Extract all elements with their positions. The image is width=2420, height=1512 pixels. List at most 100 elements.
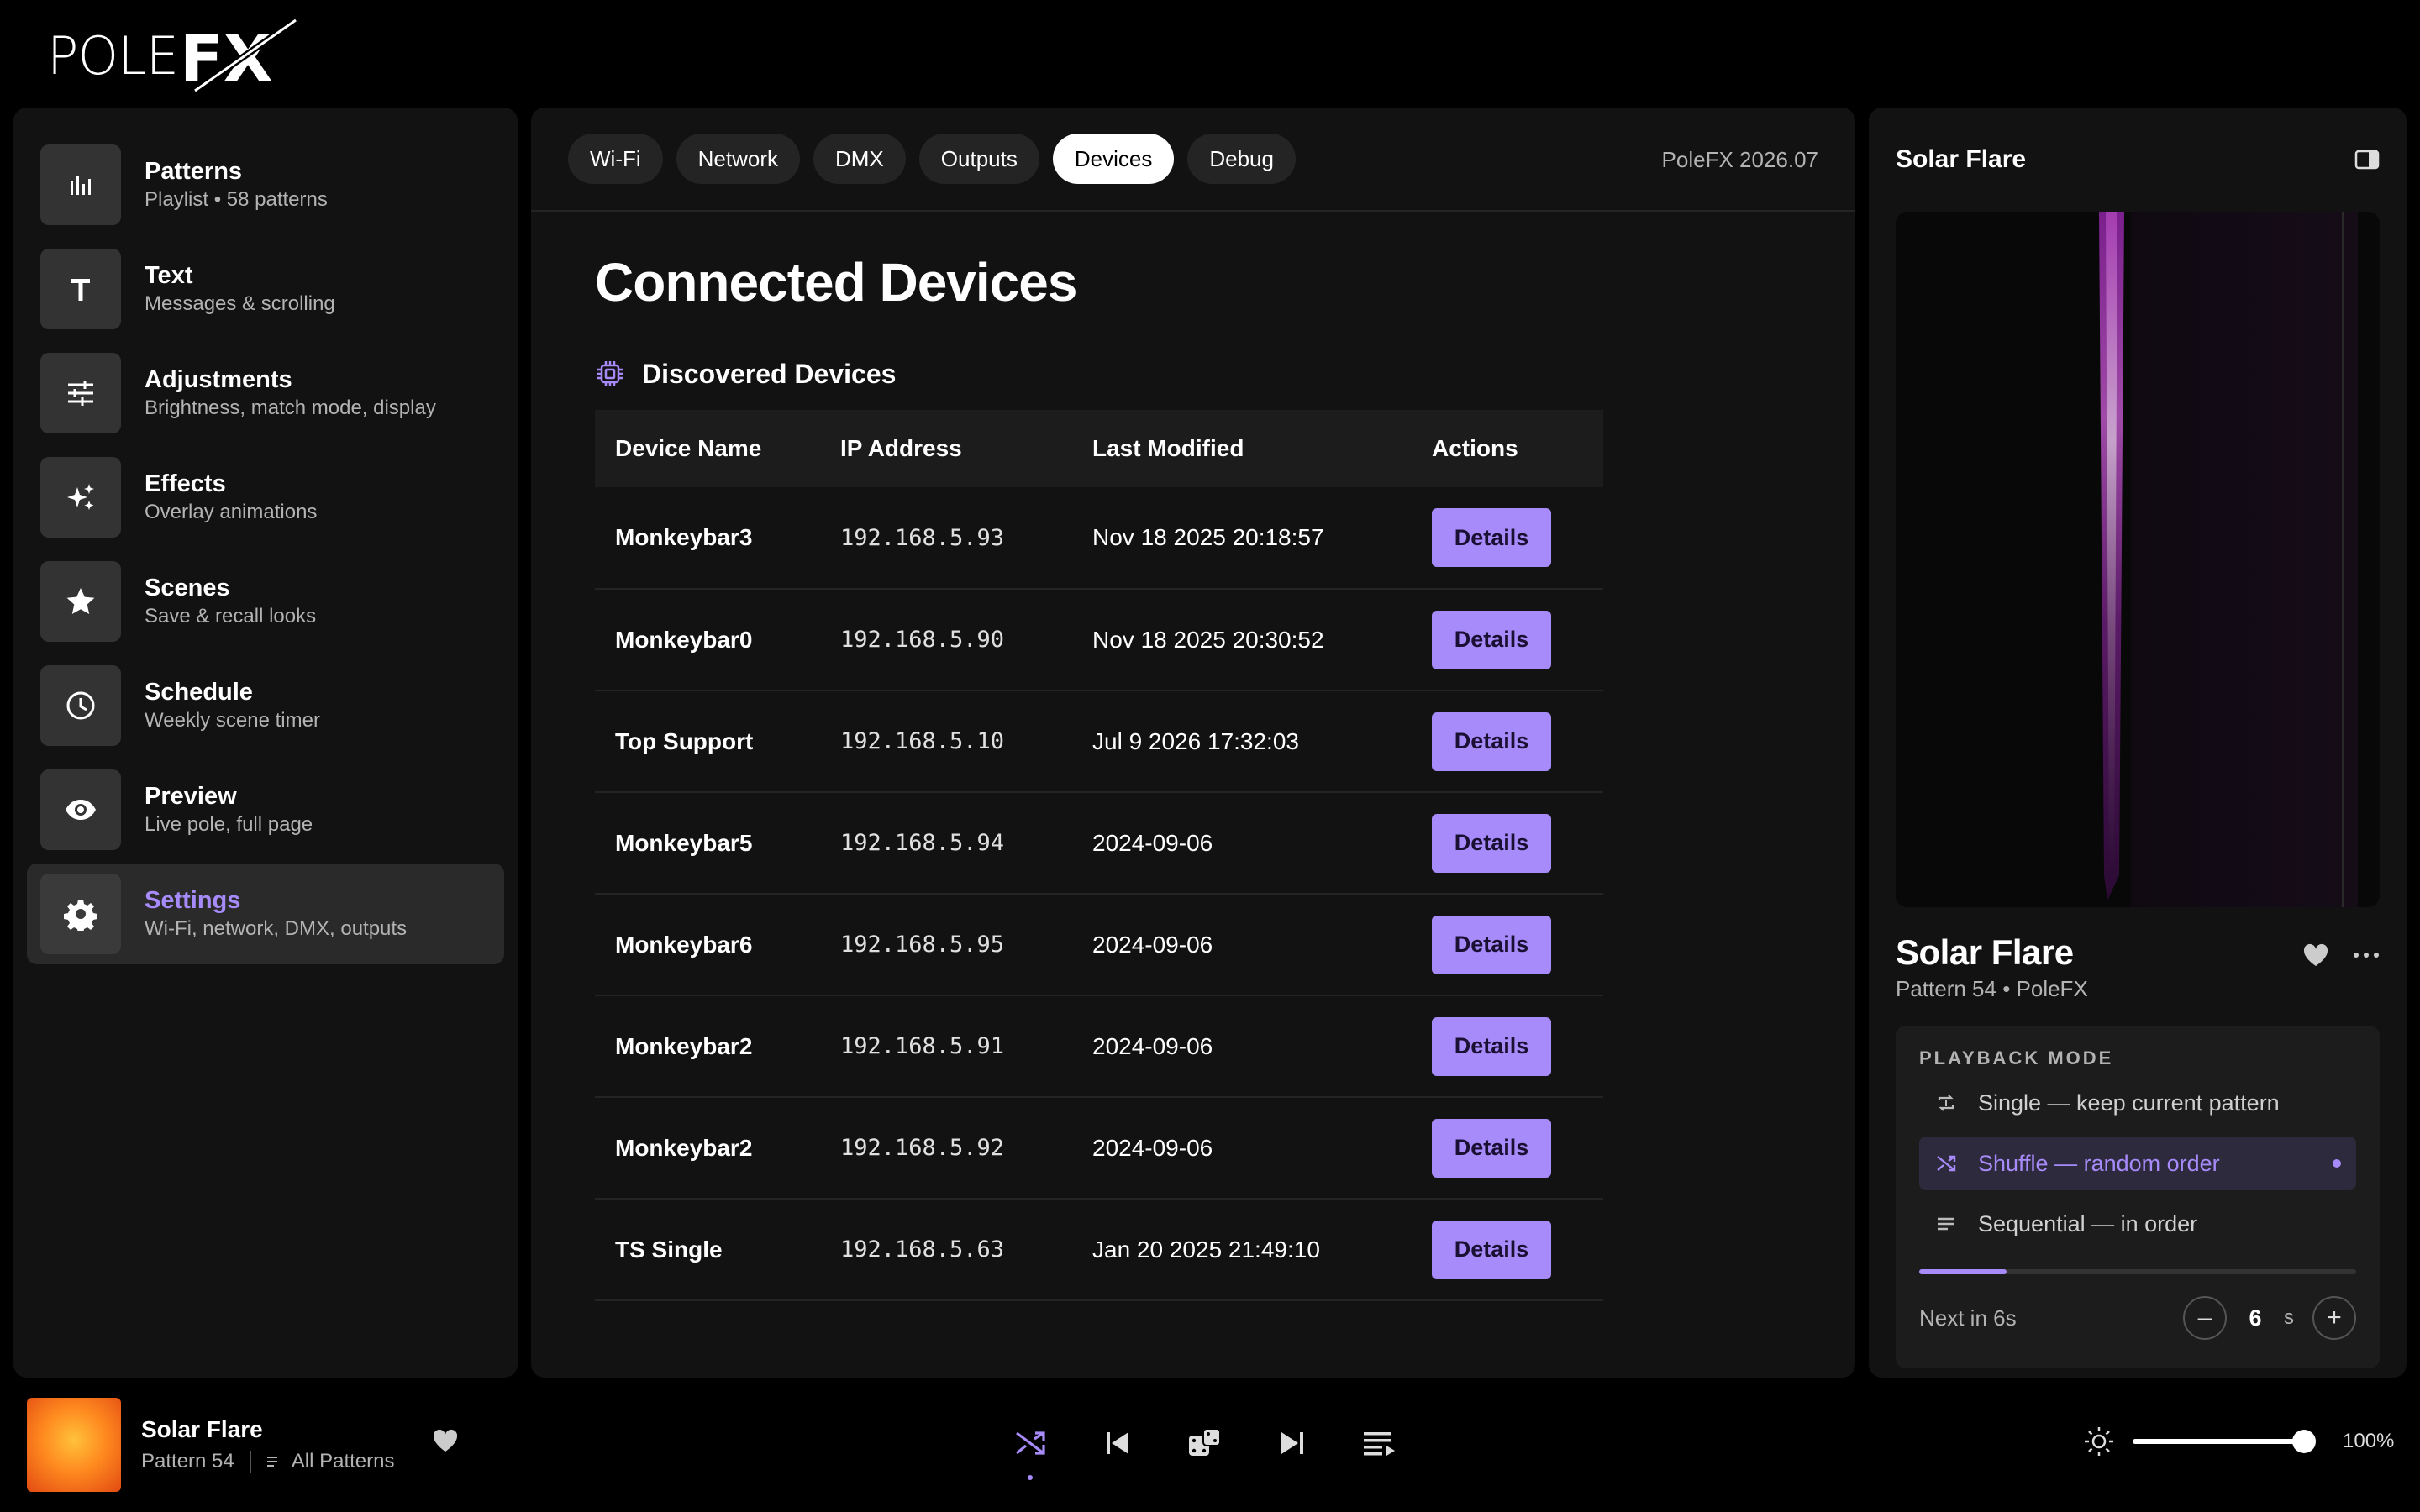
- now-playing-playlist[interactable]: All Patterns: [292, 1450, 395, 1473]
- device-ip: 192.168.5.94: [840, 830, 1005, 856]
- sidebar-item-preview[interactable]: Preview Live pole, full page: [27, 759, 504, 860]
- dice-icon: [1189, 1428, 1221, 1456]
- logo-wordmark: POLE: [47, 24, 179, 87]
- column-header-ip: IP Address: [840, 435, 962, 461]
- device-name: Monkeybar2: [615, 1134, 753, 1161]
- details-button[interactable]: Details: [1432, 711, 1551, 771]
- pattern-preview: [1896, 212, 2380, 907]
- shuffle-button[interactable]: [1008, 1421, 1052, 1480]
- decrement-button[interactable]: –: [2183, 1296, 2227, 1340]
- table-row: Monkeybar0 192.168.5.90 Nov 18 2025 20:3…: [595, 589, 1603, 690]
- playlist-icon: [266, 1457, 277, 1467]
- pattern-subtitle: Pattern 54 • PoleFX: [1896, 976, 2088, 1001]
- page-title: Connected Devices: [595, 252, 1077, 312]
- tab-dmx[interactable]: DMX: [813, 134, 906, 184]
- sidebar-item-text[interactable]: Text Messages & scrolling: [27, 239, 504, 339]
- details-button[interactable]: Details: [1432, 915, 1551, 974]
- details-button[interactable]: Details: [1432, 508, 1551, 567]
- next-button[interactable]: [1270, 1421, 1314, 1465]
- interval-stepper: – 6 s +: [2183, 1296, 2356, 1340]
- playback-option-label: Sequential — in order: [1978, 1210, 2198, 1236]
- playback-progress-track: [1919, 1269, 2356, 1274]
- tab-wifi[interactable]: Wi-Fi: [568, 134, 663, 184]
- selected-indicator: [2333, 1159, 2341, 1168]
- table-row: Monkeybar5 192.168.5.94 2024-09-06 Detai…: [595, 792, 1603, 894]
- sidebar-item-schedule[interactable]: Schedule Weekly scene timer: [27, 655, 504, 756]
- favorite-heart-icon[interactable]: [432, 1428, 459, 1453]
- details-button[interactable]: Details: [1432, 813, 1551, 873]
- tab-network[interactable]: Network: [676, 134, 800, 184]
- sidebar-item-scenes[interactable]: Scenes Save & recall looks: [27, 551, 504, 652]
- device-modified: Jul 9 2026 17:32:03: [1092, 727, 1299, 754]
- sidebar-item-patterns[interactable]: Patterns Playlist • 58 patterns: [27, 134, 504, 235]
- sidebar-item-effects[interactable]: Effects Overlay animations: [27, 447, 504, 548]
- device-modified: Nov 18 2025 20:18:57: [1092, 524, 1324, 550]
- playback-option-label: Shuffle — random order: [1978, 1150, 2220, 1176]
- device-modified: 2024-09-06: [1092, 829, 1213, 856]
- details-button[interactable]: Details: [1432, 610, 1551, 669]
- shuffle-icon: [1937, 1155, 1956, 1172]
- queue-icon: [1364, 1432, 1395, 1456]
- sidebar-item-subtitle: Brightness, match mode, display: [145, 396, 436, 419]
- heart-icon[interactable]: [2302, 942, 2329, 968]
- device-name: Monkeybar6: [615, 931, 753, 958]
- brightness-slider-handle[interactable]: [2292, 1430, 2316, 1453]
- table-row: Top Support 192.168.5.10 Jul 9 2026 17:3…: [595, 690, 1603, 792]
- device-modified: Jan 20 2025 21:49:10: [1092, 1236, 1320, 1263]
- playback-option-shuffle[interactable]: Shuffle — random order: [1919, 1137, 2356, 1190]
- repeat-icon: [1938, 1095, 1954, 1111]
- device-ip: 192.168.5.93: [840, 524, 1005, 551]
- settings-tabbar: Wi-Fi Network DMX Outputs Devices Debug …: [531, 108, 1855, 212]
- device-name: Monkeybar3: [615, 524, 753, 550]
- now-playing-title[interactable]: Solar Flare: [141, 1416, 263, 1443]
- section-header: Discovered Devices: [595, 354, 1791, 393]
- logo-fx-mark: FX: [180, 17, 298, 96]
- playback-mode-box: PLAYBACK MODE Single — keep current patt…: [1896, 1026, 2380, 1368]
- increment-button[interactable]: +: [2312, 1296, 2356, 1340]
- playback-option-single[interactable]: Single — keep current pattern: [1919, 1076, 2356, 1130]
- sidebar-item-title: Preview: [145, 783, 237, 810]
- playback-option-sequential[interactable]: Sequential — in order: [1919, 1197, 2356, 1251]
- details-button[interactable]: Details: [1432, 1220, 1551, 1279]
- device-ip: 192.168.5.91: [840, 1033, 1005, 1059]
- brightness-value: 100%: [2343, 1430, 2395, 1452]
- table-header-row: Device Name IP Address Last Modified Act…: [595, 410, 1603, 487]
- sidebar-item-settings[interactable]: Settings Wi-Fi, network, DMX, outputs: [27, 864, 504, 964]
- brightness-icon: [2085, 1427, 2113, 1456]
- next-pattern-countdown: Next in 6s: [1919, 1305, 2017, 1331]
- device-name: Monkeybar2: [615, 1032, 753, 1059]
- playback-mode-label: PLAYBACK MODE: [1919, 1047, 2114, 1068]
- details-button[interactable]: Details: [1432, 1016, 1551, 1076]
- sidebar-item-title: Effects: [145, 470, 226, 497]
- queue-button[interactable]: [1358, 1421, 1402, 1465]
- collapse-panel-icon[interactable]: [2354, 149, 2380, 171]
- star-icon: [40, 561, 121, 642]
- tab-outputs[interactable]: Outputs: [918, 134, 1039, 184]
- sidebar-item-title: Settings: [145, 887, 241, 914]
- now-playing-thumbnail[interactable]: [27, 1398, 121, 1492]
- sidebar-item-adjustments[interactable]: Adjustments Brightness, match mode, disp…: [27, 343, 504, 444]
- device-ip: 192.168.5.10: [840, 728, 1005, 754]
- device-modified: 2024-09-06: [1092, 931, 1213, 958]
- device-name: Monkeybar5: [615, 829, 753, 856]
- sidebar-item-subtitle: Wi-Fi, network, DMX, outputs: [145, 917, 408, 940]
- bar-chart-icon: [40, 144, 121, 225]
- sidebar-item-title: Schedule: [145, 679, 253, 706]
- tab-devices[interactable]: Devices: [1052, 134, 1175, 184]
- sidebar-item-subtitle: Messages & scrolling: [145, 292, 335, 315]
- device-name: TS Single: [615, 1236, 723, 1263]
- device-modified: 2024-09-06: [1092, 1134, 1213, 1161]
- app-logo[interactable]: POLE FX: [47, 13, 313, 97]
- device-name: Top Support: [615, 727, 754, 754]
- random-pattern-button[interactable]: [1183, 1421, 1227, 1465]
- brightness-slider[interactable]: [2133, 1430, 2316, 1453]
- playback-option-label: Single — keep current pattern: [1978, 1089, 2280, 1116]
- tab-debug[interactable]: Debug: [1187, 134, 1296, 184]
- column-header-actions: Actions: [1432, 435, 1518, 461]
- logo-fx-text: FX: [180, 21, 273, 96]
- pole-preview-image: [1896, 212, 2380, 907]
- sidebar: Patterns Playlist • 58 patterns Text Mes…: [13, 108, 518, 1378]
- previous-button[interactable]: [1096, 1421, 1139, 1465]
- more-options-icon[interactable]: [2353, 952, 2380, 958]
- details-button[interactable]: Details: [1432, 1118, 1551, 1178]
